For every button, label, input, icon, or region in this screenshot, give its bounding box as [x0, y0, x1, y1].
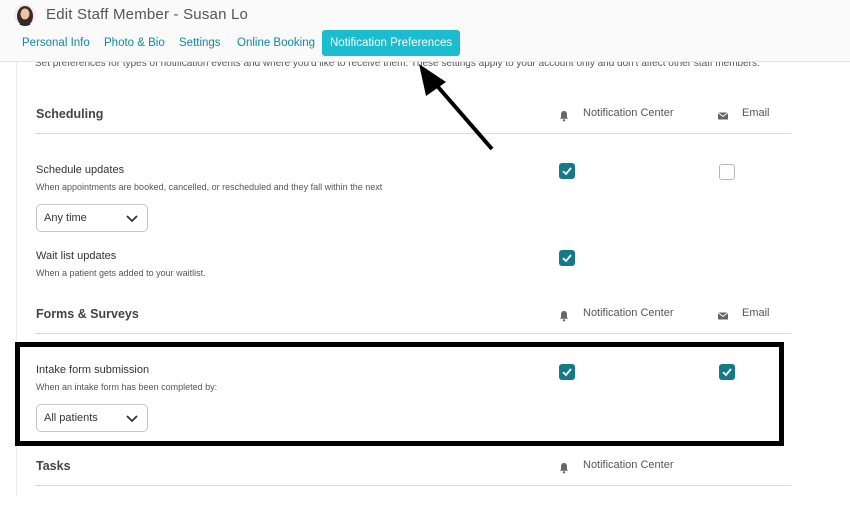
row-desc-schedule-updates: When appointments are booked, cancelled,…	[36, 182, 383, 192]
check-icon	[562, 254, 572, 263]
tab-photo-bio[interactable]: Photo & Bio	[104, 30, 165, 56]
row-title-wait-list-updates: Wait list updates	[36, 250, 117, 262]
column-header-notification-center: Notification Center	[583, 459, 674, 471]
highlight-box	[15, 342, 784, 446]
divider	[35, 485, 791, 486]
section-title-forms-surveys: Forms & Surveys	[36, 307, 139, 321]
column-header-notification-center: Notification Center	[583, 107, 674, 119]
section-title-scheduling: Scheduling	[36, 107, 104, 121]
column-header-email: Email	[742, 307, 770, 319]
section-title-tasks: Tasks	[36, 459, 71, 473]
check-icon	[562, 167, 572, 176]
chevron-down-icon	[126, 215, 138, 223]
avatar	[14, 4, 36, 26]
schedule-updates-timeframe-select[interactable]: Any time	[36, 204, 148, 232]
tab-online-booking[interactable]: Online Booking	[237, 30, 315, 56]
bell-icon	[558, 109, 570, 122]
bottom-strip	[0, 496, 850, 516]
select-value: Any time	[44, 212, 87, 224]
row-title-schedule-updates: Schedule updates	[36, 164, 125, 176]
row-desc-wait-list-updates: When a patient gets added to your waitli…	[36, 268, 206, 278]
column-header-notification-center: Notification Center	[583, 307, 674, 319]
schedule-updates-notification-checkbox[interactable]	[559, 163, 575, 179]
bell-icon	[558, 309, 570, 322]
divider	[35, 333, 791, 334]
column-header-email: Email	[742, 107, 770, 119]
bell-icon	[558, 461, 570, 474]
divider	[35, 133, 791, 134]
intro-text: Set preferences for types of notificatio…	[35, 62, 760, 69]
tab-settings[interactable]: Settings	[179, 30, 221, 56]
page-title: Edit Staff Member - Susan Lo	[46, 6, 249, 23]
mail-icon	[717, 309, 729, 321]
tab-notification-preferences[interactable]: Notification Preferences	[322, 30, 461, 56]
page-header: Edit Staff Member - Susan Lo Personal In…	[0, 0, 850, 62]
wait-list-notification-checkbox[interactable]	[559, 250, 575, 266]
mail-icon	[717, 109, 729, 121]
tab-personal-info[interactable]: Personal Info	[22, 30, 90, 56]
schedule-updates-email-checkbox[interactable]	[719, 164, 735, 180]
